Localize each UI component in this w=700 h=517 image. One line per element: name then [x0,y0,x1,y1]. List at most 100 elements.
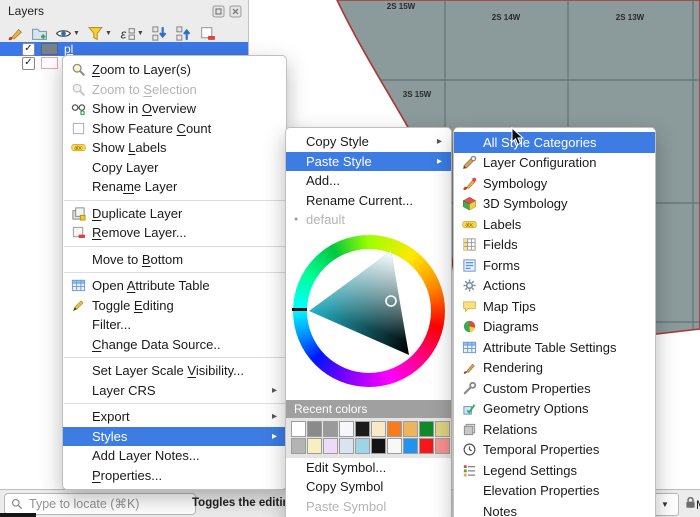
submenu-arrow-icon: ▸ [436,136,442,148]
menu-item-custom-properties[interactable]: Custom Properties [454,378,655,399]
menu-item-rename-current[interactable]: Rename Current... [286,191,451,211]
menu-item-change-data-source[interactable]: Change Data Source.. [63,335,286,355]
color-swatch[interactable] [387,420,402,437]
menu-item-3d-symbology[interactable]: 3D Symbology [454,194,655,215]
menu-item-labels[interactable]: abc Labels [454,214,655,235]
menu-item-label: Show in Overview [92,101,197,117]
collapse-all-icon[interactable] [175,25,192,42]
menu-item-elevation-properties[interactable]: Elevation Properties [454,481,655,502]
menu-item-copy-symbol[interactable]: Copy Symbol [286,477,451,497]
color-swatch[interactable] [323,437,338,454]
float-panel-icon[interactable] [212,5,225,18]
menu-item-diagrams[interactable]: Diagrams [454,317,655,338]
menu-item-label: Set Layer Scale Visibility... [92,363,244,379]
color-swatch[interactable] [371,437,386,454]
color-swatch[interactable] [403,437,418,454]
menu-item-layer-crs[interactable]: Layer CRS ▸ [63,381,286,401]
filter-legend-icon[interactable]: ▼ [87,25,112,42]
layer-styling-icon[interactable] [7,25,24,42]
menu-item-show-feature-count[interactable]: Show Feature Count [63,119,286,139]
hue-ring[interactable] [292,234,445,387]
color-swatch[interactable] [419,437,434,454]
color-swatch[interactable] [355,437,370,454]
color-swatch[interactable] [435,420,450,437]
color-swatch[interactable] [371,420,386,437]
no-icon [69,252,87,267]
menu-item-forms[interactable]: Forms [454,255,655,276]
menu-item-actions[interactable]: Actions [454,276,655,297]
menu-item-rename-layer[interactable]: Rename Layer [63,177,286,197]
menu-item-label: Change Data Source.. [92,336,221,352]
symbology-icon [460,176,478,191]
color-swatch[interactable] [291,420,306,437]
search-input[interactable] [27,496,192,512]
color-swatch[interactable] [307,437,322,454]
menu-item-temporal-properties[interactable]: Temporal Properties [454,440,655,461]
menu-item-label: Notes [483,503,517,517]
color-swatch[interactable] [403,420,418,437]
color-swatch[interactable] [339,437,354,454]
color-swatch[interactable] [323,420,338,437]
menu-item-fields[interactable]: Fields [454,235,655,256]
menu-item-add[interactable]: Add... [286,171,451,191]
menu-item-show-labels[interactable]: abc Show Labels [63,138,286,158]
menu-item-remove-layer[interactable]: Remove Layer... [63,223,286,243]
menu-item-duplicate-layer[interactable]: Duplicate Layer [63,204,286,224]
menu-item-relations[interactable]: Relations [454,419,655,440]
color-swatch[interactable] [291,437,306,454]
menu-item-add-layer-notes[interactable]: Add Layer Notes... [63,446,286,466]
menu-item-symbology[interactable]: Symbology [454,173,655,194]
submenu-arrow-icon: ▸ [271,411,277,423]
layers-panel-header: Layers [0,0,248,20]
menu-item-set-layer-scale-visibility[interactable]: Set Layer Scale Visibility... [63,361,286,381]
menu-item-geometry-options[interactable]: Geometry Options [454,399,655,420]
relations-icon [460,422,478,437]
locator-search[interactable] [4,493,196,515]
menu-item-rendering[interactable]: Rendering [454,358,655,379]
menu-item-label: Copy Symbol [306,479,384,495]
saturation-triangle[interactable] [307,249,431,373]
menu-item-label: Relations [483,421,538,437]
layer-visibility-checkbox[interactable]: ✓ [22,56,35,70]
color-swatch[interactable] [339,420,354,437]
menu-item-show-in-overview[interactable]: Show in Overview [63,99,286,119]
color-swatch[interactable] [419,420,434,437]
menu-item-map-tips[interactable]: Map Tips [454,296,655,317]
menu-item-attribute-table-settings[interactable]: Attribute Table Settings [454,337,655,358]
menu-item-layer-configuration[interactable]: Layer Configuration [454,153,655,174]
expression-filter-icon[interactable]: ε ▼ [119,25,143,42]
menu-item-filter[interactable]: Filter... [63,315,286,335]
no-icon [69,448,87,463]
menu-item-open-attribute-table[interactable]: Open Attribute Table [63,276,286,296]
color-swatch[interactable] [307,420,322,437]
layer-item-pl[interactable]: ✓ pl [0,42,248,56]
color-wheel[interactable] [286,232,451,398]
menu-separator [64,403,285,404]
menu-item-move-to-bottom[interactable]: Move to Bottom [63,250,286,270]
expand-all-icon[interactable] [151,25,168,42]
duplicate-layer-icon [69,206,87,221]
recent-colors-header: Recent colors [286,399,451,418]
dock-corner [0,513,36,517]
close-panel-icon[interactable] [229,5,242,18]
menu-item-properties[interactable]: Properties... [63,466,286,486]
color-swatch[interactable] [355,420,370,437]
menu-item-legend-settings[interactable]: Legend Settings [454,460,655,481]
add-group-icon[interactable] [31,25,48,42]
menu-item-all-style-categories[interactable]: All Style Categories [454,132,655,153]
remove-layer-group-icon[interactable] [199,25,216,42]
mouse-cursor [511,127,524,146]
menu-item-export[interactable]: Export ▸ [63,407,286,427]
menu-item-toggle-editing[interactable]: Toggle Editing [63,296,286,316]
menu-item-styles[interactable]: Styles ▸ [63,426,286,446]
menu-item-copy-layer[interactable]: Copy Layer [63,158,286,178]
color-swatch[interactable] [435,437,450,454]
menu-item-paste-style[interactable]: Paste Style ▸ [286,151,451,171]
menu-item-notes[interactable]: Notes [454,501,655,517]
color-swatch[interactable] [387,437,402,454]
layer-visibility-checkbox[interactable]: ✓ [22,42,35,56]
menu-item-copy-style[interactable]: Copy Style ▸ [286,132,451,152]
manage-themes-icon[interactable]: ▼ [55,25,80,42]
menu-item-edit-symbol[interactable]: Edit Symbol... [286,458,451,478]
menu-item-zoom-to-layer-s[interactable]: Zoom to Layer(s) [63,60,286,80]
